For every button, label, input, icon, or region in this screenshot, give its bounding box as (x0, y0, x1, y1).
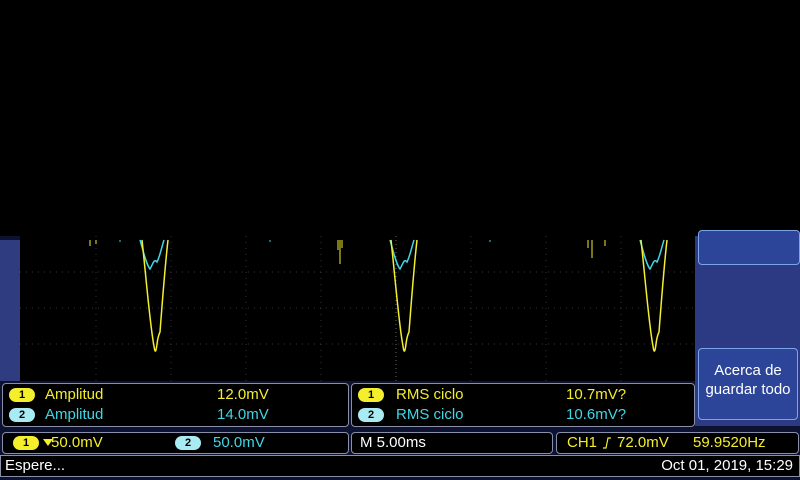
ch2-badge: 2 (9, 408, 35, 423)
measurement-name: Amplitud (45, 386, 104, 403)
measurement-panel-left[interactable]: 1 Amplitud 12.0mV 2 Amplitud 14.0mV (2, 383, 349, 427)
datetime: Oct 01, 2019, 15:29 (661, 457, 793, 474)
ch1-scale-badge: 1 (13, 436, 39, 450)
trigger-panel[interactable]: CH1 72.0mV 59.9520Hz (556, 432, 799, 454)
ch1-scale: 50.0mV (51, 434, 103, 451)
waveform-svg (20, 236, 695, 381)
ch2-trace (139, 239, 665, 271)
ch2-scale-badge: 2 (175, 436, 201, 450)
ch2-scale: 50.0mV (213, 434, 265, 451)
ch2-badge: 2 (358, 408, 384, 423)
measurement-row: 2 RMS ciclo 10.6mV? (358, 405, 688, 425)
measurement-name: Amplitud (45, 406, 104, 423)
measurement-value: 12.0mV (217, 386, 269, 403)
measurement-panel-right[interactable]: 1 RMS ciclo 10.7mV? 2 RMS ciclo 10.6mV? (351, 383, 695, 427)
measurement-name: RMS ciclo (396, 406, 464, 423)
ch1-badge: 1 (9, 388, 35, 403)
grid-lines (20, 236, 695, 381)
measurement-row: 1 RMS ciclo 10.7mV? (358, 385, 688, 405)
measurement-value: 10.7mV? (566, 386, 627, 403)
trigger-source: CH1 (567, 434, 598, 451)
side-menu-top-button[interactable] (698, 230, 800, 265)
status-message: Espere... (5, 457, 66, 474)
save-about-button[interactable]: Acerca de guardar todo (698, 348, 798, 420)
trigger-level: 72.0mV (617, 434, 669, 451)
save-about-label: Acerca de guardar todo (705, 362, 791, 398)
rising-edge-icon (603, 437, 611, 449)
vertical-scale-panel[interactable]: 1 50.0mV 2 50.0mV (2, 432, 349, 454)
measurement-row: 2 Amplitud 14.0mV (9, 405, 339, 425)
ch1-trace (141, 239, 668, 352)
ch1-badge: 1 (358, 388, 384, 403)
measurement-row: 1 Amplitud 12.0mV (9, 385, 339, 405)
measurement-name: RMS ciclo (396, 386, 464, 403)
frequency-readout: 59.9520Hz (693, 434, 766, 451)
measurement-value: 14.0mV (217, 406, 269, 423)
timebase-panel[interactable]: M 5.00ms (351, 432, 553, 454)
left-strip (0, 240, 20, 381)
waveform-display[interactable] (20, 236, 695, 381)
status-bar: Espere... Oct 01, 2019, 15:29 (0, 455, 800, 477)
measurement-value: 10.6mV? (566, 406, 627, 423)
timebase-value: M 5.00ms (360, 434, 426, 451)
side-menu: Acerca de guardar todo (695, 230, 800, 426)
